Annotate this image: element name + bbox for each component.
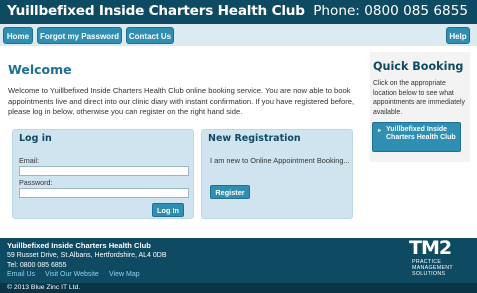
logo-tagline: PRACTICE MANAGEMENT SOLUTIONS [412, 259, 453, 278]
tm2-logo: TM2 PRACTICE MANAGEMENT SOLUTIONS [409, 237, 469, 283]
register-button[interactable]: Register [210, 185, 250, 199]
site-header: Yuillbefixed Inside Charters Health Club… [0, 0, 477, 24]
login-title: Log in [19, 133, 52, 144]
footer-address: 59 Russet Drive, St.Albans, Hertfordshir… [7, 252, 167, 259]
footer-club-name: Yuillbefixed Inside Charters Health Club [7, 241, 151, 250]
header-phone: Phone: 0800 085 6855 [313, 3, 468, 19]
email-field[interactable] [19, 166, 189, 176]
intro-text: Welcome to Yuillbefixed Inside Charters … [8, 86, 355, 117]
nav-help-button[interactable]: Help [446, 27, 470, 44]
copyright-text: © 2013 Blue Zinc IT Ltd. [0, 283, 477, 293]
password-field[interactable] [19, 188, 189, 198]
password-label: Password: [19, 178, 53, 187]
footer-phone: Tel: 0800 085 6855 [7, 262, 67, 269]
registration-panel: New Registration I am new to Online Appo… [201, 129, 353, 219]
nav-bar: Home Forgot my Password Contact Us Help [0, 24, 477, 46]
quick-booking-sidebar: Quick Booking Click on the appropriate l… [370, 52, 470, 162]
page-title: Welcome [8, 62, 72, 77]
registration-text: I am new to Online Appointment Booking..… [210, 156, 350, 165]
quick-booking-title: Quick Booking [373, 60, 464, 73]
location-button[interactable]: ▸ Yuillbefixed Inside Charters Health Cl… [372, 122, 461, 152]
nav-forgot-password-button[interactable]: Forgot my Password [37, 27, 122, 44]
footer-map-link[interactable]: View Map [109, 271, 140, 278]
login-panel: Log in Email: Password: Log In [12, 129, 194, 219]
login-button[interactable]: Log In [152, 203, 184, 217]
site-title: Yuillbefixed Inside Charters Health Club [7, 3, 305, 19]
nav-home-button[interactable]: Home [3, 27, 33, 44]
site-footer: Yuillbefixed Inside Charters Health Club… [0, 237, 477, 283]
footer-website-link[interactable]: Visit Our Website [45, 271, 99, 278]
registration-title: New Registration [208, 133, 301, 144]
location-label: Yuillbefixed Inside Charters Health Club [386, 126, 456, 142]
quick-booking-text: Click on the appropriate location below … [373, 80, 465, 116]
arrow-right-icon: ▸ [378, 128, 382, 134]
logo-text: TM2 [409, 237, 452, 259]
nav-contact-button[interactable]: Contact Us [126, 27, 174, 44]
email-label: Email: [19, 156, 39, 165]
footer-email-link[interactable]: Email Us [7, 271, 35, 278]
